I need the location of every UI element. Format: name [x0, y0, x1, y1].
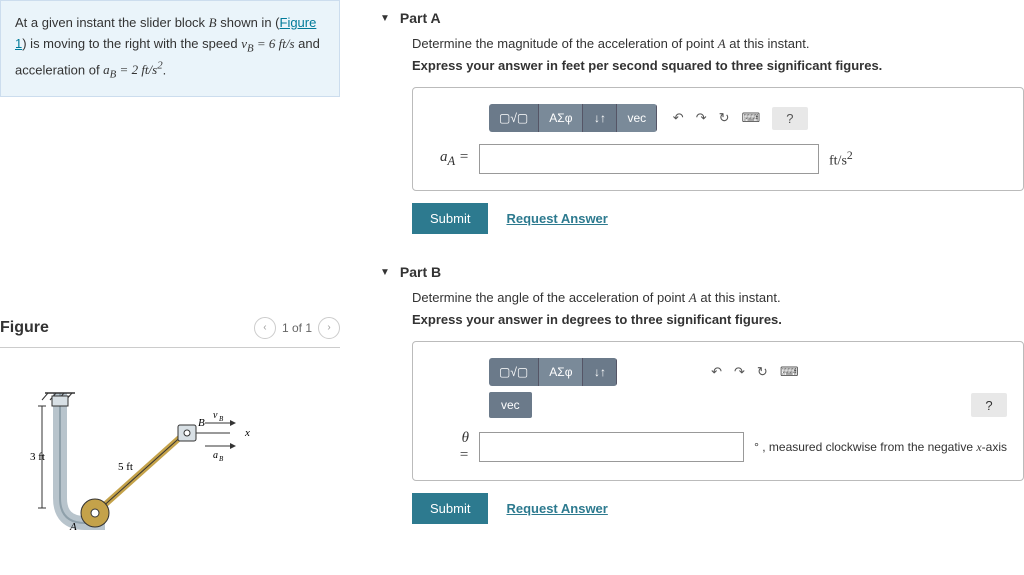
keyboard-icon[interactable]: ⌨	[742, 110, 761, 126]
help-icon[interactable]: ?	[971, 393, 1007, 417]
part-b-unit-note: ° , measured clockwise from the negative…	[754, 440, 1007, 455]
part-a-title: Part A	[400, 10, 441, 26]
reset-icon[interactable]: ↻	[757, 364, 768, 380]
part-a-instruction: Express your answer in feet per second s…	[412, 58, 1024, 73]
part-a-header[interactable]: ▼ Part A	[380, 0, 1024, 36]
templates-button[interactable]: ▢√▢	[489, 358, 539, 386]
caret-down-icon: ▼	[380, 267, 390, 278]
part-a-request-answer-link[interactable]: Request Answer	[506, 211, 607, 226]
svg-text:B: B	[219, 415, 224, 423]
part-b-var-label: θ=	[429, 430, 469, 464]
caret-down-icon: ▼	[380, 13, 390, 24]
greek-button[interactable]: ΑΣφ	[539, 358, 583, 386]
vec-button[interactable]: vec	[617, 104, 657, 132]
part-a-unit: ft/s2	[829, 149, 853, 170]
figure-header: Figure ‹ 1 of 1 ›	[0, 317, 340, 348]
svg-text:a: a	[213, 450, 218, 461]
part-b-title: Part B	[400, 264, 441, 280]
svg-text:B: B	[198, 417, 205, 429]
part-b-submit-button[interactable]: Submit	[412, 493, 488, 524]
subsup-button[interactable]: ↓↑	[583, 104, 617, 132]
var-B: B	[209, 15, 217, 30]
pager-label: 1 of 1	[282, 321, 312, 335]
part-a-answer-input[interactable]	[479, 144, 819, 174]
problem-text: At a given instant the slider block	[15, 15, 209, 30]
greek-button[interactable]: ΑΣφ	[539, 104, 583, 132]
svg-text:5 ft: 5 ft	[118, 461, 133, 473]
svg-text:3 ft: 3 ft	[30, 451, 45, 463]
svg-text:B: B	[219, 455, 224, 463]
equation-toolbar-a: ▢√▢ ΑΣφ ↓↑ vec	[489, 104, 657, 132]
undo-icon[interactable]: ↶	[711, 364, 722, 380]
svg-text:v: v	[213, 410, 218, 421]
part-b-instruction: Express your answer in degrees to three …	[412, 312, 1024, 327]
figure-title: Figure	[0, 319, 49, 337]
part-b-answer-input[interactable]	[479, 432, 744, 462]
templates-button[interactable]: ▢√▢	[489, 104, 539, 132]
part-b-request-answer-link[interactable]: Request Answer	[506, 501, 607, 516]
vB-value: vB = 6 ft/s	[241, 36, 294, 51]
pager-next-button[interactable]: ›	[318, 317, 340, 339]
part-b-answer-box: ▢√▢ ΑΣφ ↓↑ ↶ ↷ ↻ ⌨ vec ? θ=	[412, 341, 1024, 481]
help-icon[interactable]: ?	[772, 107, 807, 130]
reset-icon[interactable]: ↻	[719, 110, 730, 126]
part-b-prompt: Determine the angle of the acceleration …	[412, 290, 1024, 306]
equation-toolbar-b: ▢√▢ ΑΣφ ↓↑	[489, 358, 617, 386]
figure-diagram: B vB aB x 5 ft 3 ft A	[0, 368, 340, 551]
part-a-answer-box: ▢√▢ ΑΣφ ↓↑ vec ↶ ↷ ↻ ⌨ ? aA =	[412, 87, 1024, 191]
undo-icon[interactable]: ↶	[673, 110, 684, 126]
part-a-var-label: aA =	[429, 149, 469, 169]
figure-pager: ‹ 1 of 1 ›	[254, 317, 340, 339]
subsup-button[interactable]: ↓↑	[583, 358, 617, 386]
pager-prev-button[interactable]: ‹	[254, 317, 276, 339]
svg-text:A: A	[69, 521, 77, 533]
keyboard-icon[interactable]: ⌨	[780, 364, 799, 380]
svg-text:x: x	[244, 427, 250, 439]
part-b-header[interactable]: ▼ Part B	[380, 254, 1024, 290]
aB-value: aB = 2 ft/s2	[103, 62, 162, 77]
vec-button-b[interactable]: vec	[489, 392, 532, 418]
part-a-prompt: Determine the magnitude of the accelerat…	[412, 36, 1024, 52]
redo-icon[interactable]: ↷	[696, 110, 707, 126]
part-a-submit-button[interactable]: Submit	[412, 203, 488, 234]
problem-statement: At a given instant the slider block B sh…	[0, 0, 340, 97]
redo-icon[interactable]: ↷	[734, 364, 745, 380]
